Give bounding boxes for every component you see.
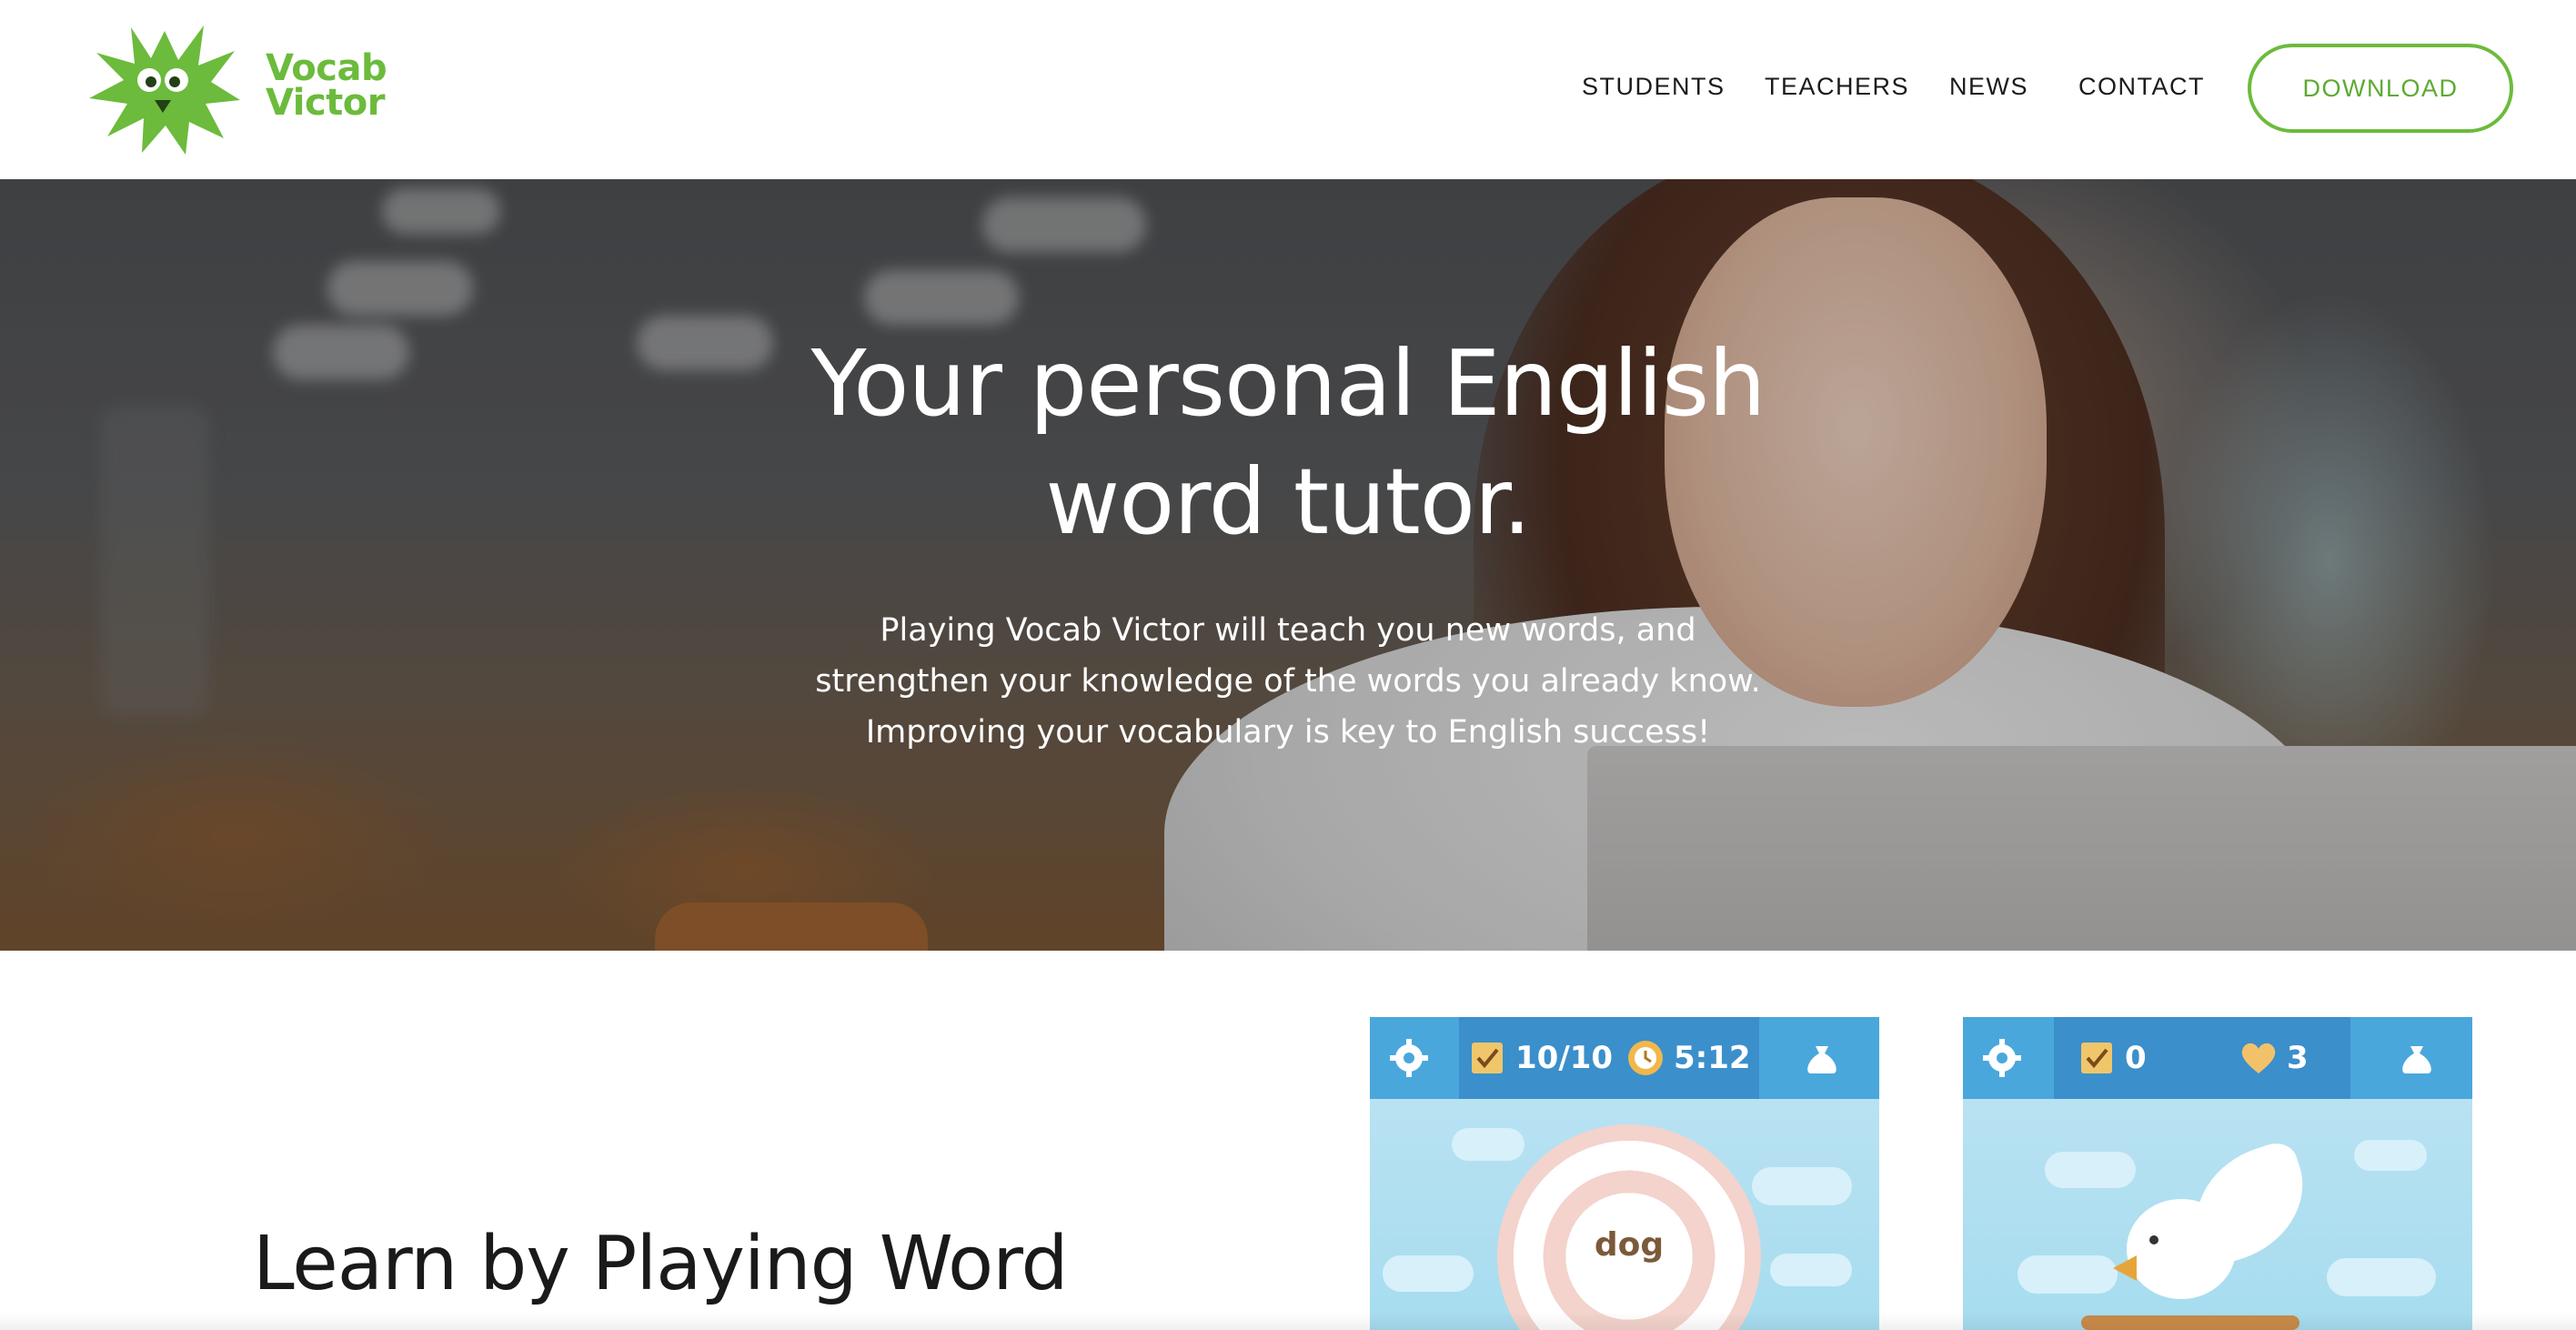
cloud	[2354, 1140, 2427, 1171]
hero-subtitle-line: strengthen your knowledge of the words y…	[815, 663, 1761, 700]
hero-title-line: word tutor.	[1045, 448, 1531, 555]
section-heading: Learn by Playing Word	[253, 1221, 1069, 1307]
cloud	[2327, 1258, 2436, 1296]
bird-eye	[2149, 1235, 2158, 1244]
hero-banner: Your personal English word tutor. Playin…	[0, 179, 2576, 951]
hero-subtitle-line: Improving your vocabulary is key to Engl…	[865, 714, 1711, 751]
download-button[interactable]: DOWNLOAD	[2248, 44, 2513, 133]
logo-word-vocab: Vocab	[266, 47, 387, 89]
nav-contact[interactable]: CONTACT	[2078, 73, 2205, 101]
nav-students[interactable]: STUDENTS	[1582, 73, 1726, 101]
logo-mascot-icon	[89, 25, 240, 155]
bird-icon	[2127, 1199, 2236, 1299]
target-word: dog	[1594, 1226, 1665, 1264]
game-top-bar: 0 3	[1963, 1017, 2472, 1099]
bird-beak	[2113, 1255, 2137, 1281]
nav-news[interactable]: NEWS	[1949, 73, 2028, 101]
game-score: 0	[2125, 1040, 2147, 1076]
cloud	[1770, 1254, 1852, 1286]
bag-icon	[1807, 1046, 1836, 1073]
hero-overlay	[0, 179, 2576, 951]
game-screenshot-target: 10/10 5:12 dog	[1370, 1017, 1879, 1330]
cloud	[1383, 1255, 1474, 1292]
hero-subtitle: Playing Vocab Victor will teach you new …	[651, 605, 1925, 758]
cloud	[2018, 1255, 2118, 1294]
cloud	[1752, 1167, 1852, 1205]
hero-title-line: Your personal English	[810, 330, 1766, 437]
game-top-bar: 10/10 5:12	[1370, 1017, 1879, 1099]
game-timer: 5:12	[1674, 1040, 1751, 1076]
flag-check-icon	[1472, 1043, 1503, 1073]
flag-check-icon	[2081, 1043, 2112, 1073]
scroll-shadow	[0, 1312, 2576, 1330]
logo-word-victor: Victor	[266, 82, 386, 124]
game-screenshot-bird: 0 3	[1963, 1017, 2472, 1330]
heart-icon	[2241, 1043, 2276, 1073]
cloud	[2045, 1152, 2136, 1188]
cloud	[1452, 1128, 1524, 1161]
game-score: 10/10	[1515, 1040, 1614, 1076]
bag-icon	[2402, 1046, 2431, 1073]
gear-icon	[1390, 1039, 1428, 1077]
gear-icon	[1983, 1039, 2021, 1077]
clock-icon	[1628, 1041, 1663, 1075]
site-header: Vocab Victor STUDENTS TEACHERS NEWS CONT…	[0, 0, 2576, 179]
nav-teachers[interactable]: TEACHERS	[1765, 73, 1909, 101]
game-lives: 3	[2287, 1040, 2309, 1076]
logo-wordmark: Vocab Victor	[266, 47, 387, 124]
logo-link[interactable]: Vocab Victor	[87, 24, 415, 156]
hero-subtitle-line: Playing Vocab Victor will teach you new …	[880, 612, 1696, 649]
hero-title: Your personal English word tutor.	[651, 325, 1925, 561]
